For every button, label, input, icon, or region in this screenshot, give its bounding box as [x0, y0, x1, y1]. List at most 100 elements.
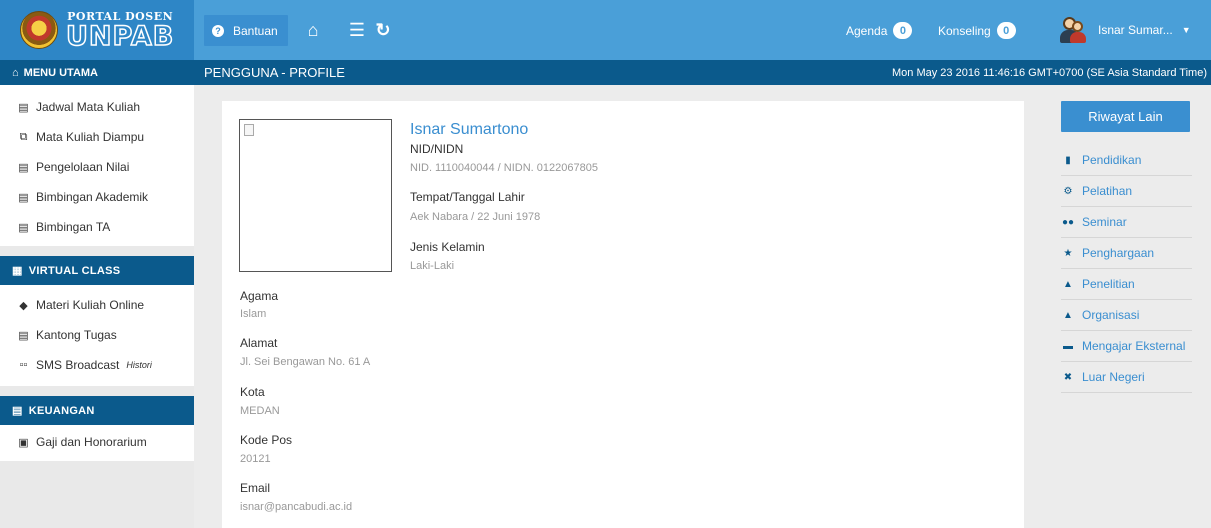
riwayat-item-label: Pelatihan	[1082, 184, 1133, 198]
book-icon: ▮	[1065, 154, 1071, 166]
sidebar-item-gaji[interactable]: ▣ Gaji dan Honorarium	[0, 427, 194, 457]
nid-value: NID. 1110040044 / NIDN. 0122067805	[410, 162, 598, 174]
list-icon: ▤	[18, 161, 29, 174]
alamat-label: Alamat	[240, 336, 278, 350]
jenis-kelamin-value: Laki-Laki	[410, 260, 455, 272]
plane-icon: ✖	[1063, 371, 1073, 383]
profile-name: Isnar Sumartono	[410, 121, 529, 138]
riwayat-item-label: Organisasi	[1082, 308, 1140, 322]
sidebar-item-kantong-tugas[interactable]: ▤ Kantong Tugas	[0, 320, 194, 350]
riwayat-item-penelitian[interactable]: ▲ Penelitian	[1061, 269, 1192, 300]
brand-text: PORTAL DOSEN UNPAB	[65, 9, 175, 52]
star-icon: ★	[1063, 247, 1073, 259]
user-menu[interactable]: Isnar Sumar... ▼	[1060, 12, 1191, 48]
sidebar-item-jadwal[interactable]: ▤ Jadwal Mata Kuliah	[0, 92, 194, 122]
riwayat-item-label: Penghargaan	[1082, 246, 1155, 260]
menu-utama-header: ⌂ MENU UTAMA	[0, 60, 194, 85]
sidebar-item-label: Mata Kuliah Diampu	[36, 130, 145, 144]
virtual-class-header: ▦ VIRTUAL CLASS	[0, 256, 194, 285]
email-value: isnar@pancabudi.ac.id	[240, 501, 353, 513]
virtual-class-list: ◆ Materi Kuliah Online ▤ Kantong Tugas ▫…	[0, 285, 194, 386]
agenda-badge: 0	[893, 22, 913, 39]
riwayat-item-label: Mengajar Eksternal	[1082, 339, 1186, 353]
ttl-label: Tempat/Tanggal Lahir	[410, 190, 525, 204]
sidebar-item-mata-kuliah-diampu[interactable]: ⧉ Mata Kuliah Diampu	[0, 122, 194, 152]
flask-icon: ▲	[1063, 278, 1073, 290]
riwayat-item-label: Seminar	[1082, 215, 1127, 229]
caret-down-icon: ▼	[1181, 25, 1191, 35]
sidebar-item-label: Bimbingan Akademik	[36, 190, 149, 204]
ttl-value: Aek Nabara / 22 Juni 1978	[410, 211, 541, 223]
sidebar-item-label: Kantong Tugas	[36, 328, 117, 342]
riwayat-list: ▮ Pendidikan ⚙ Pelatihan ●● Seminar ★ Pe…	[1061, 145, 1192, 393]
riwayat-item-pendidikan[interactable]: ▮ Pendidikan	[1061, 145, 1192, 176]
konseling-badge: 0	[996, 22, 1016, 39]
profile-photo	[239, 119, 392, 272]
sms-icon: ▫▫	[19, 359, 28, 371]
tag-icon: ◆	[19, 299, 28, 312]
sidebar-item-materi-kuliah[interactable]: ◆ Materi Kuliah Online	[0, 290, 194, 320]
university-seal-icon	[20, 11, 58, 49]
copy-icon: ⧉	[19, 130, 28, 143]
agenda-link[interactable]: Agenda 0	[846, 22, 913, 39]
menu-toggle-icon[interactable]: ☰	[346, 15, 368, 46]
briefcase-icon: ▬	[1063, 340, 1073, 352]
riwayat-lain-button[interactable]: Riwayat Lain	[1061, 101, 1190, 132]
user-avatar-icon	[1060, 17, 1086, 43]
current-datetime: Mon May 23 2016 11:46:16 GMT+0700 (SE As…	[892, 66, 1207, 79]
riwayat-item-label: Pendidikan	[1082, 153, 1142, 167]
sidebar-item-label: Materi Kuliah Online	[36, 298, 145, 312]
help-button[interactable]: ? Bantuan	[204, 15, 288, 46]
help-label: Bantuan	[233, 23, 278, 38]
sidebar-item-label: Bimbingan TA	[36, 220, 111, 234]
jenis-kelamin-label: Jenis Kelamin	[410, 240, 485, 254]
riwayat-item-pelatihan[interactable]: ⚙ Pelatihan	[1061, 176, 1192, 207]
page-header-bar: PENGGUNA - PROFILE Mon May 23 2016 11:46…	[194, 60, 1211, 85]
riwayat-item-organisasi[interactable]: ▲ Organisasi	[1061, 300, 1192, 331]
kode-pos-label: Kode Pos	[240, 433, 293, 447]
riwayat-item-seminar[interactable]: ●● Seminar	[1061, 207, 1192, 238]
home-small-icon: ⌂	[12, 66, 19, 79]
riwayat-panel: Riwayat Lain ▮ Pendidikan ⚙ Pelatihan ●●…	[1042, 85, 1211, 528]
histori-link[interactable]: Histori	[126, 360, 152, 370]
brand-logo[interactable]: PORTAL DOSEN UNPAB	[0, 0, 194, 60]
user-name: Isnar Sumar...	[1098, 23, 1173, 37]
virtual-class-title: VIRTUAL CLASS	[28, 264, 121, 277]
list-icon: ▤	[18, 329, 29, 342]
brand-big-text: UNPAB	[65, 20, 175, 52]
profile-panel: Isnar Sumartono NID/NIDN NID. 1110040044…	[222, 101, 1024, 528]
money-icon: ▣	[18, 436, 29, 449]
home-icon[interactable]: ⌂	[302, 15, 324, 46]
riwayat-item-penghargaan[interactable]: ★ Penghargaan	[1061, 238, 1192, 269]
alamat-value: Jl. Sei Bengawan No. 61 A	[240, 356, 371, 368]
list-icon: ▤	[18, 191, 29, 204]
sitemap-icon: ▲	[1063, 309, 1073, 321]
brand-small-text: PORTAL DOSEN	[67, 9, 174, 23]
sidebar-item-pengelolaan-nilai[interactable]: ▤ Pengelolaan Nilai	[0, 152, 194, 182]
list-icon: ▤	[12, 405, 23, 417]
kota-value: MEDAN	[240, 405, 280, 417]
book-icon: ▦	[12, 265, 23, 277]
email-label: Email	[240, 481, 271, 495]
sidebar-item-label: Pengelolaan Nilai	[36, 160, 130, 174]
top-navbar: PORTAL DOSEN UNPAB ? Bantuan ⌂ ☰ ↻ Agend…	[0, 0, 1211, 60]
keuangan-header: ▤ KEUANGAN	[0, 396, 194, 425]
riwayat-item-mengajar-eksternal[interactable]: ▬ Mengajar Eksternal	[1061, 331, 1192, 362]
sidebar-item-bimbingan-akademik[interactable]: ▤ Bimbingan Akademik	[0, 182, 194, 212]
riwayat-item-label: Luar Negeri	[1082, 370, 1145, 384]
riwayat-item-luar-negeri[interactable]: ✖ Luar Negeri	[1061, 362, 1192, 393]
kode-pos-value: 20121	[240, 453, 271, 465]
refresh-icon[interactable]: ↻	[372, 15, 394, 46]
agama-value: Islam	[240, 308, 267, 320]
main-menu-list: ▤ Jadwal Mata Kuliah ⧉ Mata Kuliah Diamp…	[0, 85, 194, 246]
konseling-link[interactable]: Konseling 0	[938, 22, 1016, 39]
sidebar-item-label: Jadwal Mata Kuliah	[36, 100, 141, 114]
keuangan-list: ▣ Gaji dan Honorarium	[0, 425, 194, 461]
sidebar-item-bimbingan-ta[interactable]: ▤ Bimbingan TA	[0, 212, 194, 242]
sidebar-item-sms-broadcast[interactable]: ▫▫ SMS Broadcast Histori	[0, 350, 194, 380]
kota-label: Kota	[240, 385, 265, 399]
sidebar: ▤ Jadwal Mata Kuliah ⧉ Mata Kuliah Diamp…	[0, 85, 194, 528]
list-icon: ▤	[18, 221, 29, 234]
konseling-label: Konseling	[938, 23, 991, 38]
menu-utama-title: MENU UTAMA	[23, 66, 98, 79]
